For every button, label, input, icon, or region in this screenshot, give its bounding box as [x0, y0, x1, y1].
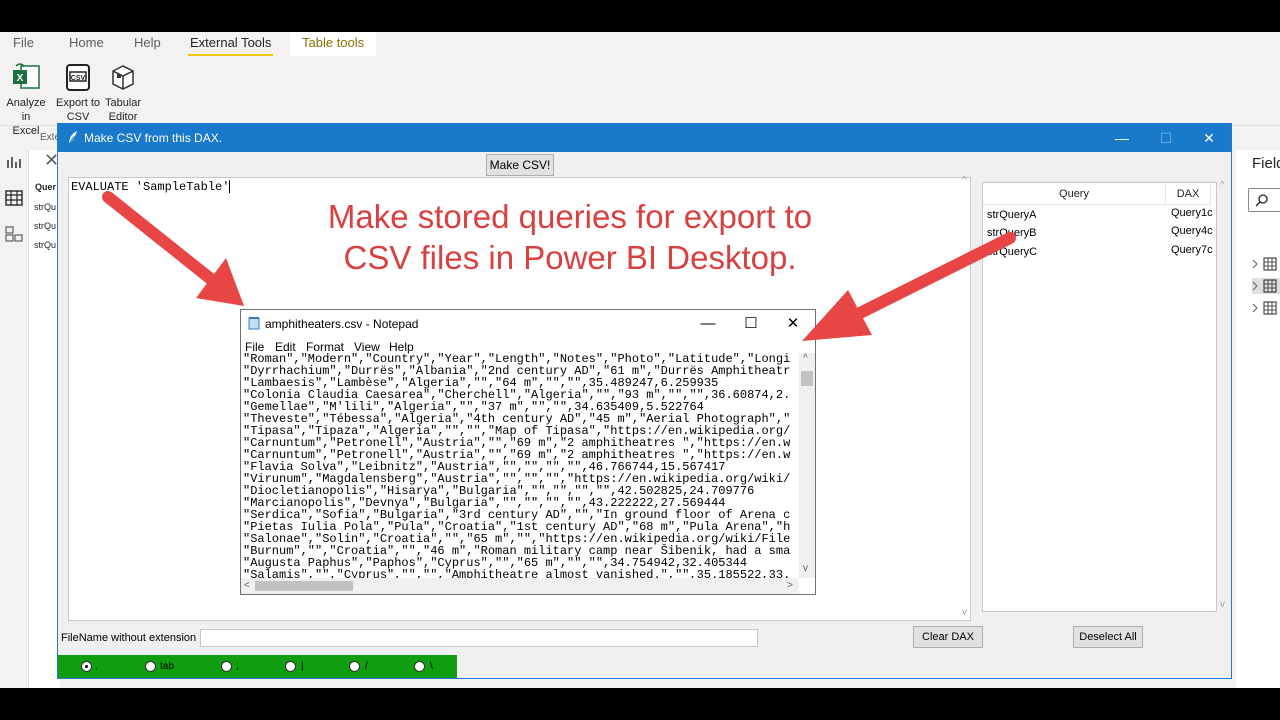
- annotation-arrows: [102, 191, 1016, 341]
- letterbox-bottom: [0, 688, 1280, 720]
- arrow-left: [102, 191, 244, 306]
- arrow-right: [802, 232, 1016, 341]
